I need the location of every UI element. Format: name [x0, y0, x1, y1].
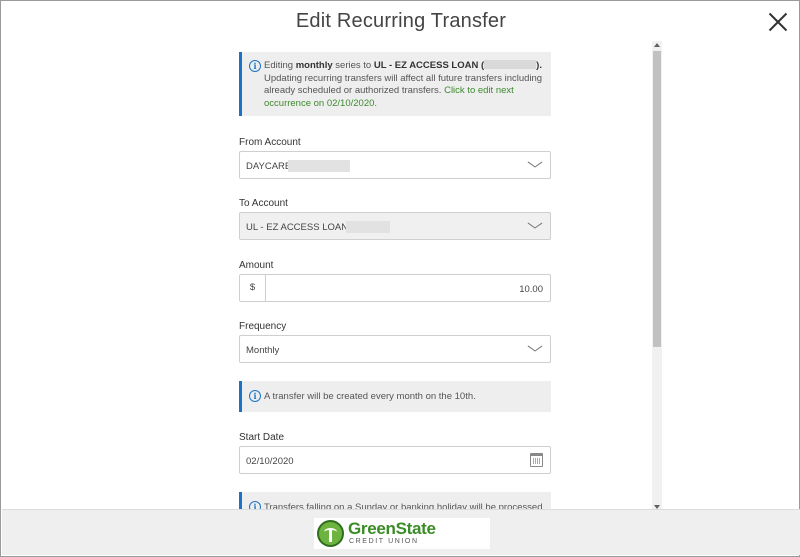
logo-subtitle: CREDIT UNION	[349, 538, 419, 545]
tree-logo-icon	[317, 520, 344, 547]
amount-input[interactable]: $ 10.00	[239, 274, 551, 302]
frequency-note-text: A transfer will be created every month o…	[264, 391, 476, 402]
amount-label: Amount	[239, 260, 274, 271]
to-account-label: To Account	[239, 198, 288, 209]
frequency-note: i A transfer will be created every month…	[239, 381, 551, 412]
greenstate-logo: GreenState CREDIT UNION	[314, 518, 490, 549]
logo-name: GreenState	[348, 519, 436, 538]
frequency-value: Monthly	[246, 345, 280, 356]
chevron-down-icon	[528, 343, 542, 357]
amount-value: 10.00	[519, 284, 543, 295]
chevron-down-icon	[528, 220, 542, 234]
frequency-label: Frequency	[239, 321, 287, 332]
to-account-select[interactable]: UL - EZ ACCESS LOAN	[239, 212, 551, 240]
frequency-select[interactable]: Monthly	[239, 335, 551, 363]
masked-account-number	[346, 221, 390, 233]
start-date-input[interactable]: 02/10/2020	[239, 446, 551, 474]
info-icon: i	[249, 60, 261, 72]
edit-notice: i Editing monthly series to UL - EZ ACCE…	[239, 52, 551, 116]
dialog-title: Edit Recurring Transfer	[295, 10, 507, 32]
edit-notice-text: Editing monthly series to UL - EZ ACCESS…	[264, 60, 543, 109]
to-account-value: UL - EZ ACCESS LOAN	[246, 222, 349, 233]
start-date-label: Start Date	[239, 432, 285, 443]
from-account-value: DAYCARE	[246, 161, 292, 172]
close-icon[interactable]	[767, 11, 789, 33]
calendar-icon[interactable]	[530, 453, 543, 467]
currency-prefix: $	[240, 275, 266, 301]
footer: GreenState CREDIT UNION	[2, 509, 800, 555]
masked-account-number	[484, 60, 537, 69]
from-account-select[interactable]: DAYCARE	[239, 151, 551, 179]
from-account-label: From Account	[239, 137, 301, 148]
chevron-down-icon	[528, 159, 542, 173]
start-date-value: 02/10/2020	[246, 456, 294, 467]
dialog: Edit Recurring Transfer i Editing monthl…	[0, 0, 800, 557]
masked-account-number	[288, 160, 350, 172]
info-icon: i	[249, 390, 261, 402]
scroll-up-arrow-icon[interactable]	[654, 43, 660, 47]
form-scroll-area[interactable]: i Editing monthly series to UL - EZ ACCE…	[226, 41, 664, 511]
scrollbar-thumb[interactable]	[653, 51, 661, 347]
scrollbar[interactable]	[652, 41, 662, 511]
